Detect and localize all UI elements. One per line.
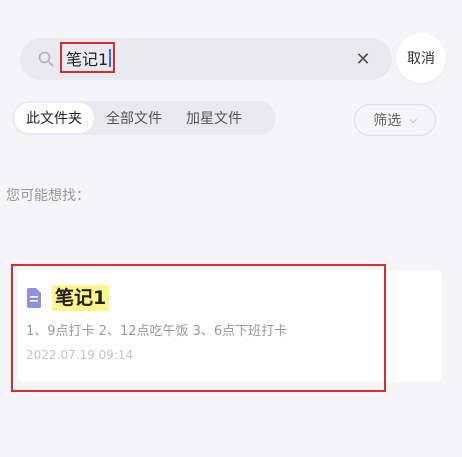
- suggestions-heading: 您可能想找：: [6, 188, 90, 204]
- search-bar[interactable]: 笔记1 ✕: [20, 38, 392, 80]
- result-snippet: 1、9点打卡 2、12点吃午饭 3、6点下班打卡: [26, 324, 288, 339]
- filter-button[interactable]: 筛选 ⌵: [354, 104, 436, 136]
- chevron-down-icon: ⌵: [409, 114, 417, 126]
- scope-tabs: 此文件夹 全部文件 加星文件: [12, 101, 276, 135]
- cancel-button[interactable]: 取消: [396, 33, 446, 83]
- document-icon: [27, 288, 41, 308]
- result-title: 笔记1: [52, 285, 110, 311]
- tab-all-files[interactable]: 全部文件: [94, 103, 174, 133]
- search-icon: [38, 51, 54, 67]
- search-query-text: 笔记1: [66, 49, 109, 69]
- close-icon[interactable]: ✕: [352, 48, 374, 70]
- tab-starred-files[interactable]: 加星文件: [174, 103, 254, 133]
- text-caret: [109, 48, 112, 67]
- result-date: 2022.07.19 09:14: [26, 348, 134, 362]
- tab-this-folder[interactable]: 此文件夹: [14, 103, 94, 133]
- filter-label: 筛选: [373, 113, 402, 129]
- search-input[interactable]: 笔记1: [60, 42, 115, 73]
- search-result-item[interactable]: 笔记1 1、9点打卡 2、12点吃午饭 3、6点下班打卡 2022.07.19 …: [18, 270, 442, 382]
